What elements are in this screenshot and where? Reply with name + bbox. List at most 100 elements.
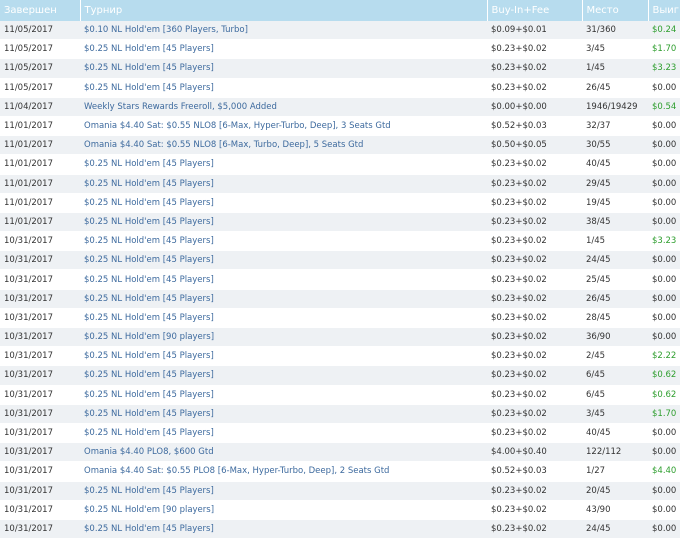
tournament-name-cell[interactable]: $0.25 NL Hold'em [45 Players] — [80, 231, 487, 252]
tournament-name-cell[interactable]: $0.25 NL Hold'em [90 players] — [80, 327, 487, 348]
table-row[interactable]: 11/04/2017 Weekly Stars Rewards Freeroll,… — [0, 97, 680, 117]
table-row[interactable]: 10/31/2017 $0.25 NL Hold'em [45 Players] $… — [0, 231, 680, 252]
column-header-completed[interactable]: Завершен — [0, 0, 81, 21]
tournament-link[interactable]: $0.25 NL Hold'em [45 Players] — [84, 486, 214, 496]
table-row[interactable]: 10/31/2017 $0.25 NL Hold'em [45 Players] $… — [0, 481, 680, 501]
tournament-link[interactable]: $0.25 NL Hold'em [45 Players] — [84, 370, 214, 380]
tournament-name-cell[interactable]: $0.25 NL Hold'em [45 Players] — [80, 365, 487, 386]
tournament-link[interactable]: $0.25 NL Hold'em [45 Players] — [84, 236, 214, 246]
table-row[interactable]: 10/31/2017 Omania $4.40 Sat: $0.55 PLO8 [… — [0, 461, 680, 482]
completed-date-cell: 10/31/2017 — [0, 423, 80, 444]
column-header-winnings[interactable]: Выиг — [648, 0, 680, 21]
winnings-cell: $0.24 — [648, 21, 680, 41]
tournament-name-cell[interactable]: $0.10 NL Hold'em [360 Players, Turbo] — [80, 21, 487, 41]
table-row[interactable]: 11/01/2017 $0.25 NL Hold'em [45 Players] $… — [0, 212, 680, 233]
tournament-link[interactable]: $0.25 NL Hold'em [45 Players] — [84, 351, 214, 361]
tournament-name-cell[interactable]: $0.25 NL Hold'em [45 Players] — [80, 385, 487, 405]
table-row[interactable]: 10/31/2017 $0.25 NL Hold'em [45 Players] $… — [0, 289, 680, 309]
table-row[interactable]: 11/05/2017 $0.25 NL Hold'em [45 Players] $… — [0, 39, 680, 60]
column-header-place[interactable]: Место — [582, 0, 649, 21]
table-row[interactable]: 11/05/2017 $0.25 NL Hold'em [45 Players] $… — [0, 78, 680, 98]
tournament-link[interactable]: $0.25 NL Hold'em [45 Players] — [84, 44, 214, 54]
tournament-link[interactable]: $0.25 NL Hold'em [90 players] — [84, 332, 214, 342]
tournament-name-cell[interactable]: $0.25 NL Hold'em [45 Players] — [80, 174, 487, 194]
tournament-name-cell[interactable]: $0.25 NL Hold'em [45 Players] — [80, 269, 487, 290]
tournament-link[interactable]: $0.25 NL Hold'em [45 Players] — [84, 275, 214, 285]
table-row[interactable]: 11/01/2017 Omania $4.40 Sat: $0.55 NLO8 [… — [0, 135, 680, 156]
table-row[interactable]: 10/31/2017 $0.25 NL Hold'em [45 Players] $… — [0, 385, 680, 405]
completed-date-cell: 10/31/2017 — [0, 327, 80, 348]
table-row[interactable]: 10/31/2017 $0.25 NL Hold'em [45 Players] $… — [0, 423, 680, 444]
tournament-name-cell[interactable]: $0.25 NL Hold'em [45 Players] — [80, 308, 487, 329]
tournament-name-cell[interactable]: $0.25 NL Hold'em [45 Players] — [80, 39, 487, 60]
tournament-name-cell[interactable]: $0.25 NL Hold'em [45 Players] — [80, 346, 487, 367]
tournament-name-cell[interactable]: Omania $4.40 Sat: $0.55 NLO8 [6-Max, Tur… — [80, 135, 487, 156]
table-row[interactable]: 10/31/2017 $0.25 NL Hold'em [45 Players] $… — [0, 365, 680, 386]
tournament-link[interactable]: $0.25 NL Hold'em [45 Players] — [84, 390, 214, 400]
column-header-tournament[interactable]: Турнир — [80, 0, 488, 21]
winnings-cell: $0.00 — [648, 116, 680, 137]
tournament-name-cell[interactable]: Omania $4.40 PLO8, $600 Gtd — [80, 442, 487, 463]
buyin-cell: $0.09+$0.01 — [487, 21, 582, 41]
tournament-link[interactable]: $0.25 NL Hold'em [45 Players] — [84, 63, 214, 73]
tournament-link[interactable]: $0.25 NL Hold'em [45 Players] — [84, 217, 214, 227]
tournament-name-cell[interactable]: $0.25 NL Hold'em [45 Players] — [80, 519, 487, 539]
tournament-link[interactable]: $0.25 NL Hold'em [45 Players] — [84, 159, 214, 169]
tournament-name-cell[interactable]: $0.25 NL Hold'em [45 Players] — [80, 289, 487, 309]
tournament-link[interactable]: $0.25 NL Hold'em [45 Players] — [84, 313, 214, 323]
tournament-name-cell[interactable]: $0.25 NL Hold'em [45 Players] — [80, 154, 487, 175]
tournament-link[interactable]: $0.25 NL Hold'em [45 Players] — [84, 255, 214, 265]
tournament-name-cell[interactable]: $0.25 NL Hold'em [45 Players] — [80, 423, 487, 444]
table-row[interactable]: 11/01/2017 $0.25 NL Hold'em [45 Players] $… — [0, 193, 680, 213]
tournament-name-cell[interactable]: $0.25 NL Hold'em [90 players] — [80, 500, 487, 520]
tournament-link[interactable]: $0.25 NL Hold'em [45 Players] — [84, 83, 214, 93]
tournament-name-cell[interactable]: $0.25 NL Hold'em [45 Players] — [80, 404, 487, 424]
tournament-link[interactable]: $0.25 NL Hold'em [45 Players] — [84, 524, 214, 534]
table-row[interactable]: 10/31/2017 $0.25 NL Hold'em [90 players] $… — [0, 500, 680, 520]
buyin-cell: $0.23+$0.02 — [487, 193, 582, 213]
table-row[interactable]: 10/31/2017 $0.25 NL Hold'em [90 players] $… — [0, 327, 680, 348]
column-header-buyin[interactable]: Buy-In+Fee — [487, 0, 583, 21]
winnings-cell: $3.23 — [648, 58, 680, 79]
tournament-name-cell[interactable]: Omania $4.40 Sat: $0.55 NLO8 [6-Max, Hyp… — [80, 116, 487, 137]
table-header: Завершен Турнир Buy-In+Fee Место Выиг — [0, 0, 680, 21]
tournament-link[interactable]: $0.25 NL Hold'em [45 Players] — [84, 179, 214, 189]
tournament-link[interactable]: Omania $4.40 Sat: $0.55 NLO8 [6-Max, Tur… — [84, 140, 363, 150]
tournament-link[interactable]: Weekly Stars Rewards Freeroll, $5,000 Ad… — [84, 102, 277, 112]
tournament-name-cell[interactable]: $0.25 NL Hold'em [45 Players] — [80, 193, 487, 213]
tournament-link[interactable]: $0.25 NL Hold'em [45 Players] — [84, 409, 214, 419]
tournament-name-cell[interactable]: $0.25 NL Hold'em [45 Players] — [80, 78, 487, 98]
table-row[interactable]: 11/05/2017 $0.10 NL Hold'em [360 Players,… — [0, 21, 680, 41]
tournament-name-cell[interactable]: $0.25 NL Hold'em [45 Players] — [80, 481, 487, 501]
table-row[interactable]: 11/01/2017 Omania $4.40 Sat: $0.55 NLO8 [… — [0, 116, 680, 137]
place-cell: 26/45 — [582, 78, 648, 98]
table-row[interactable]: 10/31/2017 $0.25 NL Hold'em [45 Players] $… — [0, 250, 680, 271]
tournament-link[interactable]: Omania $4.40 Sat: $0.55 PLO8 [6-Max, Hyp… — [84, 466, 389, 476]
table-row[interactable]: 11/05/2017 $0.25 NL Hold'em [45 Players] $… — [0, 58, 680, 79]
tournament-link[interactable]: $0.25 NL Hold'em [90 players] — [84, 505, 214, 515]
table-row[interactable]: 11/01/2017 $0.25 NL Hold'em [45 Players] $… — [0, 174, 680, 194]
place-cell: 30/55 — [582, 135, 648, 156]
tournament-link[interactable]: $0.10 NL Hold'em [360 Players, Turbo] — [84, 25, 248, 35]
tournament-link[interactable]: $0.25 NL Hold'em [45 Players] — [84, 428, 214, 438]
tournament-link[interactable]: $0.25 NL Hold'em [45 Players] — [84, 198, 214, 208]
tournament-name-cell[interactable]: Omania $4.40 Sat: $0.55 PLO8 [6-Max, Hyp… — [80, 461, 487, 482]
table-row[interactable]: 10/31/2017 $0.25 NL Hold'em [45 Players] $… — [0, 404, 680, 424]
table-row[interactable]: 11/01/2017 $0.25 NL Hold'em [45 Players] $… — [0, 154, 680, 175]
tournament-link[interactable]: Omania $4.40 Sat: $0.55 NLO8 [6-Max, Hyp… — [84, 121, 391, 131]
table-row[interactable]: 10/31/2017 $0.25 NL Hold'em [45 Players] $… — [0, 346, 680, 367]
table-row[interactable]: 10/31/2017 $0.25 NL Hold'em [45 Players] $… — [0, 308, 680, 329]
tournament-link[interactable]: $0.25 NL Hold'em [45 Players] — [84, 294, 214, 304]
table-row[interactable]: 10/31/2017 Omania $4.40 PLO8, $600 Gtd $4.… — [0, 442, 680, 463]
tournament-link[interactable]: Omania $4.40 PLO8, $600 Gtd — [84, 447, 214, 457]
tournament-name-cell[interactable]: $0.25 NL Hold'em [45 Players] — [80, 250, 487, 271]
tournament-name-cell[interactable]: $0.25 NL Hold'em [45 Players] — [80, 212, 487, 233]
buyin-cell: $0.52+$0.03 — [487, 116, 582, 137]
tournament-name-cell[interactable]: $0.25 NL Hold'em [45 Players] — [80, 58, 487, 79]
table-row[interactable]: 10/31/2017 $0.25 NL Hold'em [45 Players] $… — [0, 519, 680, 539]
place-cell: 1946/19429 — [582, 97, 648, 117]
winnings-cell: $0.62 — [648, 365, 680, 386]
completed-date-cell: 11/01/2017 — [0, 116, 80, 137]
table-row[interactable]: 10/31/2017 $0.25 NL Hold'em [45 Players] $… — [0, 269, 680, 290]
tournament-name-cell[interactable]: Weekly Stars Rewards Freeroll, $5,000 Ad… — [80, 97, 487, 117]
